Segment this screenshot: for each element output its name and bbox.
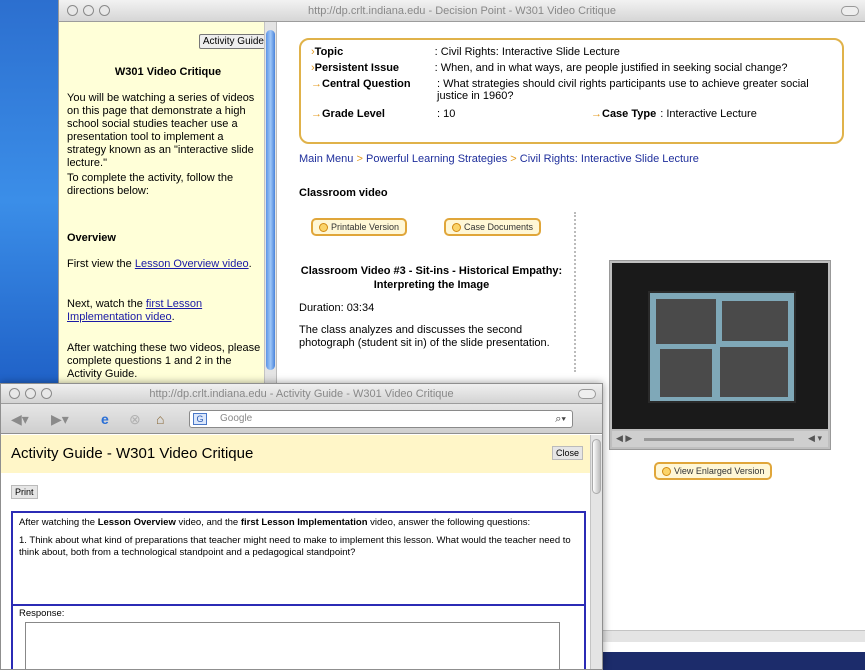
issue-row: ›Persistent Issue: When, and in what way…: [311, 62, 788, 74]
video-title: Classroom Video #3 - Sit-ins - Historica…: [300, 265, 563, 291]
divider: [574, 212, 576, 372]
next-watch-text: Next, watch the first Lesson Implementat…: [67, 298, 203, 323]
video-screen[interactable]: [612, 263, 828, 429]
question-box: After watching the Lesson Overview video…: [11, 511, 586, 606]
print-button[interactable]: Print: [11, 485, 38, 499]
projected-slide-image: [648, 291, 796, 403]
window-titlebar[interactable]: http://dp.crlt.indiana.edu - Activity Gu…: [1, 384, 602, 404]
breadcrumb-civil-rights[interactable]: Civil Rights: Interactive Slide Lecture: [520, 153, 699, 165]
response-textarea[interactable]: [25, 622, 560, 669]
question-1: 1. Think about what kind of preparations…: [19, 535, 571, 558]
page-title: Activity Guide - W301 Video Critique: [11, 445, 254, 462]
play-icon[interactable]: ◀ ▶: [616, 433, 632, 444]
response-box: Response:: [11, 604, 586, 669]
side-directions: To complete the activity, follow the dir…: [67, 172, 234, 197]
instructions-text: After watching the Lesson Overview video…: [19, 517, 531, 528]
activity-guide-window: http://dp.crlt.indiana.edu - Activity Gu…: [0, 383, 603, 670]
window-controls: [9, 388, 52, 399]
lesson-overview-link[interactable]: Lesson Overview video: [135, 258, 249, 270]
printable-version-button[interactable]: Printable Version: [311, 218, 408, 236]
minimize-window-icon[interactable]: [25, 388, 36, 399]
question-row: → Central Question: What strategies shoul…: [311, 78, 809, 102]
activity-guide-header: Activity Guide - W301 Video Critique Clo…: [1, 435, 591, 473]
zoom-window-icon[interactable]: [99, 5, 110, 16]
toolbar-toggle-icon[interactable]: [841, 6, 859, 16]
volume-icon[interactable]: ◀ ▾: [808, 433, 822, 444]
side-intro: You will be watching a series of videos …: [67, 92, 255, 169]
back-arrow-icon[interactable]: ◀▾: [11, 411, 29, 428]
video-controls[interactable]: ◀ ▶ ◀ ▾: [612, 431, 828, 447]
desktop-background-bottom: [570, 652, 865, 670]
activity-guide-scrollbar[interactable]: [590, 435, 602, 669]
stop-icon[interactable]: ⊗: [129, 411, 141, 428]
search-icon[interactable]: ⌕▾: [555, 411, 566, 427]
response-label: Response:: [19, 608, 65, 619]
close-window-icon[interactable]: [9, 388, 20, 399]
overview-heading: Overview: [67, 232, 116, 244]
breadcrumb-main-menu[interactable]: Main Menu: [299, 153, 353, 165]
window-title: http://dp.crlt.indiana.edu - Decision Po…: [308, 5, 616, 17]
case-documents-button[interactable]: Case Documents: [444, 218, 542, 236]
breadcrumb: Main Menu > Powerful Learning Strategies…: [299, 153, 699, 165]
side-panel-title: W301 Video Critique: [114, 66, 222, 78]
video-progress-track[interactable]: [644, 438, 794, 441]
close-button[interactable]: Close: [551, 446, 583, 460]
toolbar-toggle-icon[interactable]: [578, 389, 596, 399]
google-icon[interactable]: G: [193, 413, 207, 425]
first-view-text: First view the Lesson Overview video.: [67, 258, 252, 270]
topic-row: ›Topic: Civil Rights: Interactive Slide …: [311, 46, 620, 58]
bullet-icon: [319, 222, 328, 232]
video-player[interactable]: ◀ ▶ ◀ ▾: [609, 260, 831, 450]
video-description: The class analyzes and discusses the sec…: [299, 324, 550, 349]
bullet-icon: [452, 222, 461, 232]
scroll-thumb[interactable]: [266, 30, 275, 370]
search-input[interactable]: G Google ⌕▾: [189, 410, 573, 428]
home-icon[interactable]: ⌂: [156, 411, 164, 427]
activity-guide-button[interactable]: Activity Guide: [198, 34, 268, 49]
view-enlarged-button[interactable]: View Enlarged Version: [654, 462, 773, 480]
bullet-icon: [662, 466, 671, 476]
case-type-row: →Case Type: Interactive Lecture: [591, 108, 757, 120]
grade-row: →Grade Level: 10: [311, 108, 456, 120]
close-window-icon[interactable]: [67, 5, 78, 16]
window-titlebar[interactable]: http://dp.crlt.indiana.edu - Decision Po…: [59, 0, 865, 22]
forward-arrow-icon[interactable]: ▶▾: [51, 411, 69, 428]
ie-icon[interactable]: e: [101, 411, 109, 427]
breadcrumb-learning-strategies[interactable]: Powerful Learning Strategies: [366, 153, 507, 165]
minimize-window-icon[interactable]: [83, 5, 94, 16]
video-duration: Duration: 03:34: [299, 302, 375, 314]
section-heading: Classroom video: [299, 187, 388, 199]
window-title: http://dp.crlt.indiana.edu - Activity Gu…: [149, 388, 454, 400]
after-watching-text: After watching these two videos, please …: [67, 342, 261, 380]
window-controls: [67, 5, 110, 16]
scroll-thumb[interactable]: [592, 439, 601, 494]
browser-toolbar: ◀▾ ▶▾ e ⊗ ⌂ G Google ⌕▾: [1, 404, 602, 434]
zoom-window-icon[interactable]: [41, 388, 52, 399]
case-info-box: ›Topic: Civil Rights: Interactive Slide …: [299, 38, 844, 144]
